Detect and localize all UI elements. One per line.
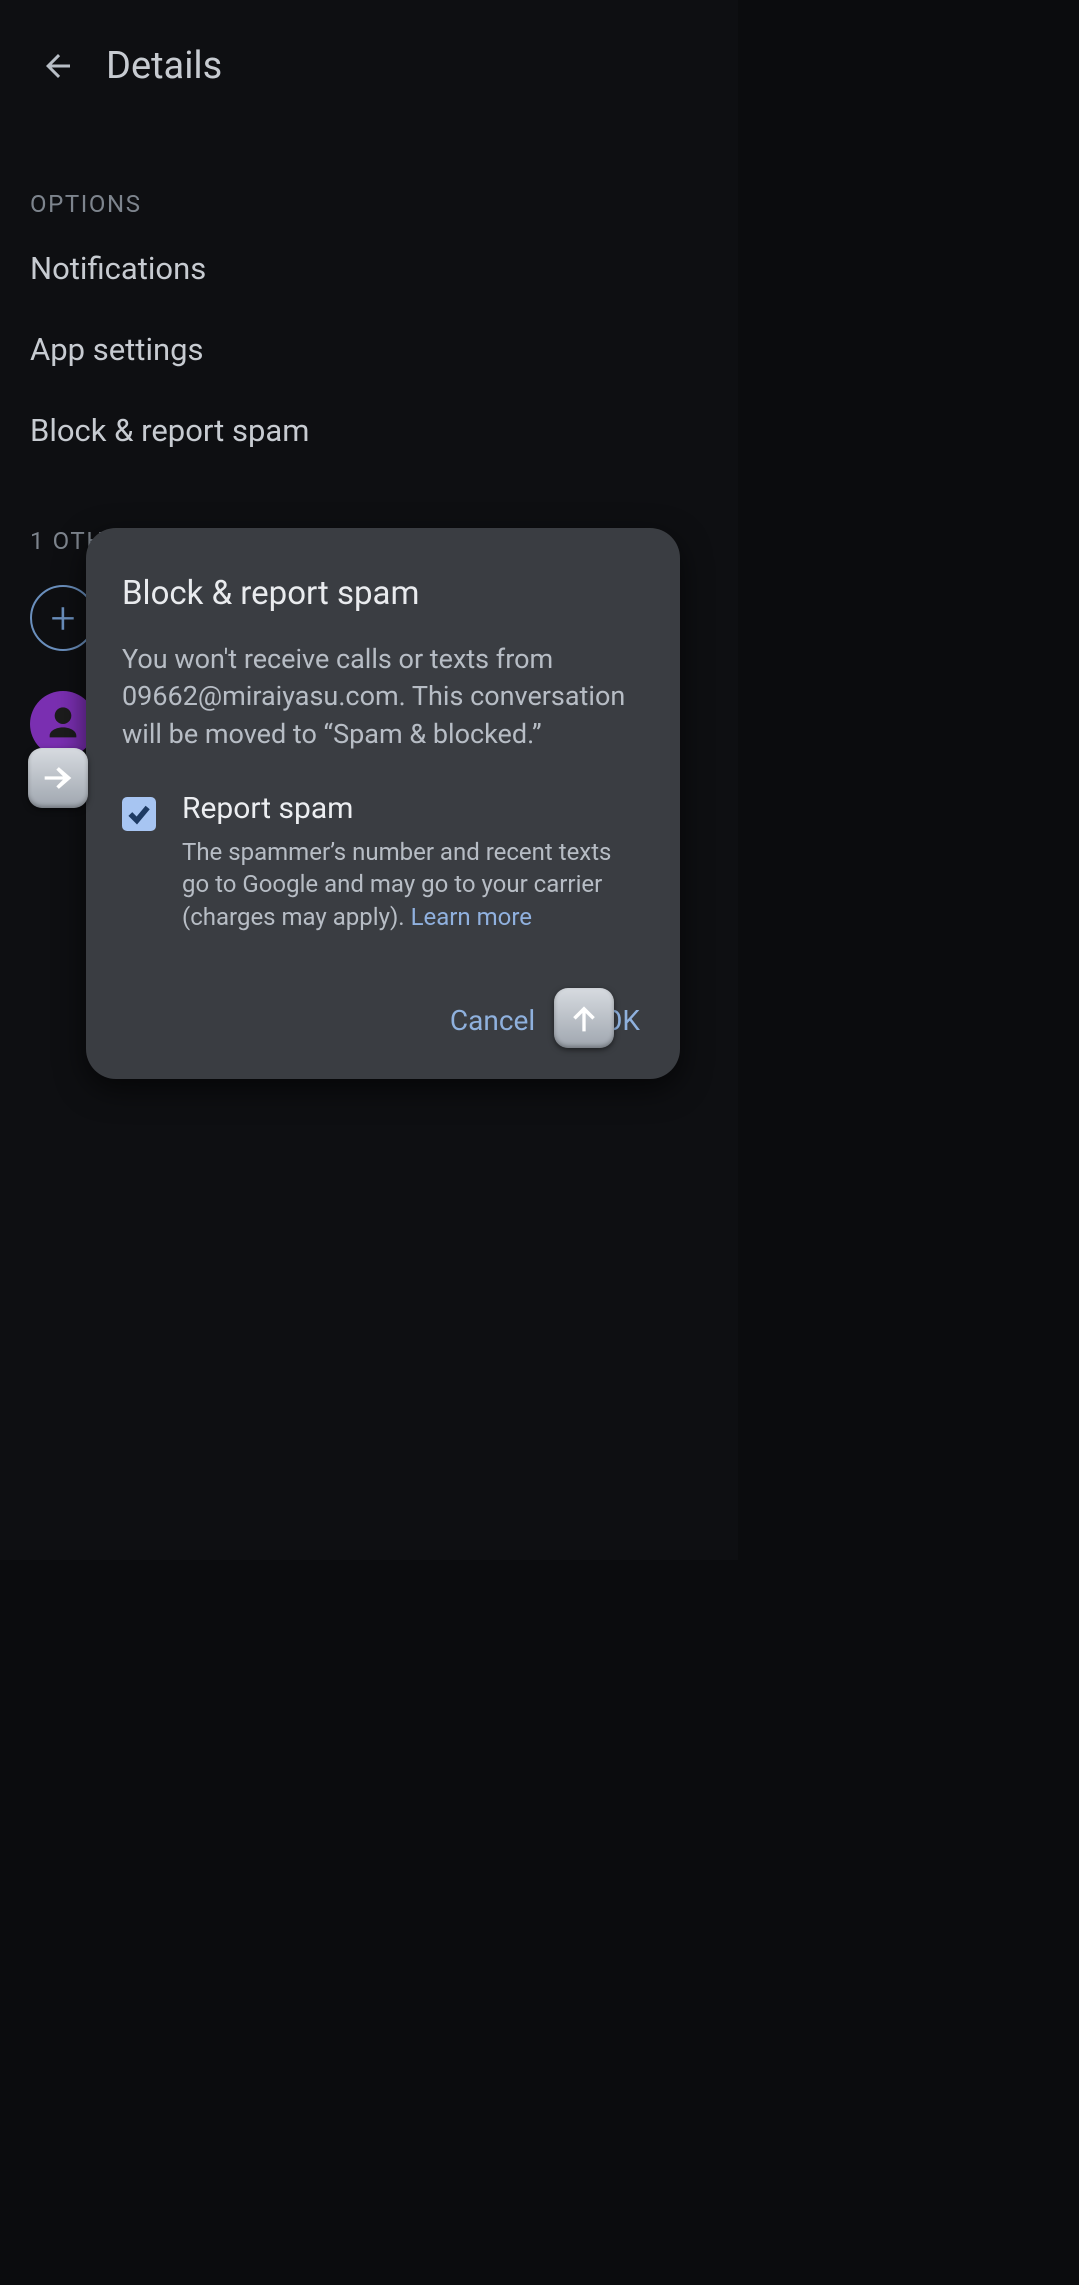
- cancel-button[interactable]: Cancel: [446, 998, 539, 1043]
- back-button[interactable]: [34, 42, 82, 90]
- section-label-options: OPTIONS: [0, 120, 738, 228]
- report-spam-desc-text: The spammer’s number and recent texts go…: [182, 838, 611, 931]
- dialog-body: You won't receive calls or texts from 09…: [122, 641, 644, 753]
- learn-more-link[interactable]: Learn more: [411, 903, 532, 931]
- dialog-title: Block & report spam: [122, 574, 644, 613]
- hint-arrow-up-icon: [554, 988, 614, 1048]
- plus-icon: +: [51, 596, 76, 640]
- person-icon: [43, 704, 83, 744]
- report-spam-checkbox[interactable]: [122, 797, 156, 831]
- report-spam-row: Report spam The spammer’s number and rec…: [122, 791, 644, 934]
- report-spam-desc: The spammer’s number and recent texts go…: [182, 836, 644, 934]
- report-spam-label: Report spam: [182, 791, 644, 826]
- check-icon: [126, 801, 152, 827]
- option-app-settings[interactable]: App settings: [0, 309, 738, 390]
- screen: Details OPTIONS Notifications App settin…: [0, 0, 738, 1560]
- option-block-report[interactable]: Block & report spam: [0, 390, 738, 471]
- hint-arrow-right-icon: [28, 748, 88, 808]
- page-title: Details: [106, 44, 222, 88]
- header: Details: [0, 0, 738, 120]
- back-arrow-icon: [40, 48, 76, 84]
- option-notifications[interactable]: Notifications: [0, 228, 738, 309]
